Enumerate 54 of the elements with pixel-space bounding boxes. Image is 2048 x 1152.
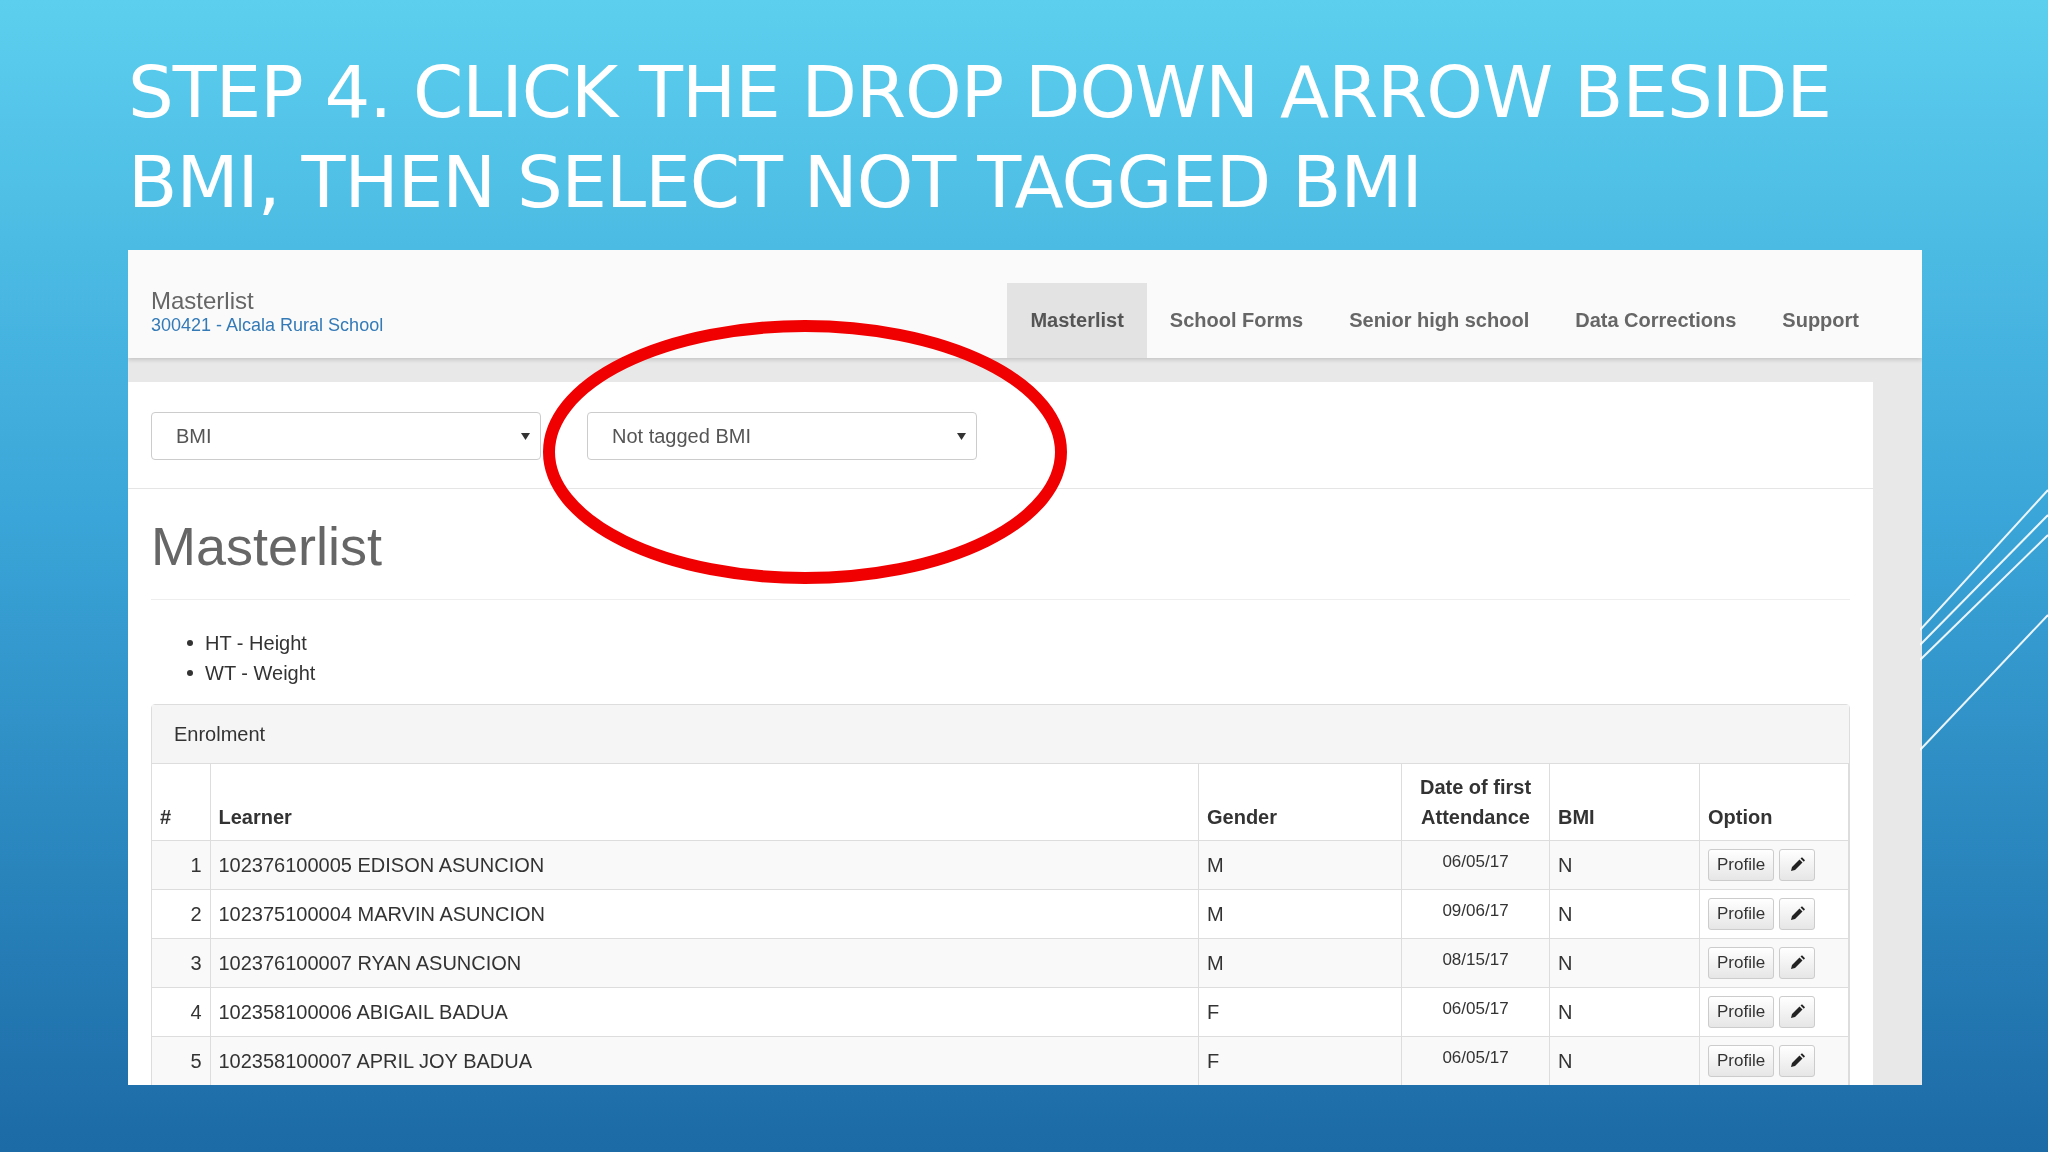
panel-title: Enrolment xyxy=(174,722,266,746)
column-header: # xyxy=(160,806,172,828)
pencil-icon xyxy=(1789,906,1806,922)
date-cell: 06/05/17 xyxy=(1401,840,1550,890)
bmi-cell: N xyxy=(1549,840,1700,890)
column-header: Learner xyxy=(218,806,292,828)
column-header: Date of first Attendance xyxy=(1419,776,1532,828)
gender-cell: F xyxy=(1198,1036,1402,1085)
legend-item: HT - Height xyxy=(205,631,307,656)
filter-dropdown[interactable]: Not tagged BMI xyxy=(587,412,977,460)
bullet-icon xyxy=(187,640,193,646)
profile-button[interactable]: Profile xyxy=(1708,1045,1775,1077)
learner-cell: 102358100007 APRIL JOY BADUA xyxy=(210,1036,1199,1085)
pencil-icon xyxy=(1789,1053,1806,1069)
column-header: Option xyxy=(1708,806,1773,828)
edit-button[interactable] xyxy=(1779,1045,1816,1077)
bmi-cell: N xyxy=(1549,938,1700,988)
bmi-cell: N xyxy=(1549,1036,1700,1085)
slide-title: STEP 4. CLICK THE DROP DOWN ARROW BESIDE BMI, THEN SELECT NOT TAGGED BMI xyxy=(128,49,1832,226)
row-number: 5 xyxy=(152,1036,210,1085)
pencil-icon xyxy=(1789,955,1806,971)
page-heading: Masterlist xyxy=(151,489,1850,600)
gender-cell: M xyxy=(1198,938,1402,988)
caret-icon xyxy=(957,432,966,440)
caret-icon xyxy=(521,432,530,440)
edit-button[interactable] xyxy=(1779,898,1816,930)
learner-cell: 102376100005 EDISON ASUNCION xyxy=(210,840,1199,890)
profile-button[interactable]: Profile xyxy=(1708,849,1775,881)
nav-tab[interactable]: Senior high school xyxy=(1326,283,1553,358)
pencil-icon xyxy=(1789,1004,1806,1020)
edit-button[interactable] xyxy=(1779,996,1816,1028)
profile-button[interactable]: Profile xyxy=(1708,898,1775,930)
nav-tab[interactable]: Masterlist xyxy=(1007,283,1147,358)
learner-cell: 102376100007 RYAN ASUNCION xyxy=(210,938,1199,988)
row-number: 3 xyxy=(152,938,210,988)
profile-button[interactable]: Profile xyxy=(1708,996,1775,1028)
legend-item: WT - Weight xyxy=(205,661,316,686)
edit-button[interactable] xyxy=(1779,849,1816,881)
row-number: 1 xyxy=(152,840,210,890)
nav-tab[interactable]: Data Corrections xyxy=(1552,283,1760,358)
filter-dropdown[interactable]: BMI xyxy=(151,412,541,460)
app-title: Masterlist xyxy=(151,288,255,314)
edit-button[interactable] xyxy=(1779,947,1816,979)
column-header: Gender xyxy=(1207,806,1278,828)
profile-button[interactable]: Profile xyxy=(1708,947,1775,979)
pencil-icon xyxy=(1789,857,1806,873)
school-name: 300421 - Alcala Rural School xyxy=(151,314,384,336)
nav-tab[interactable]: School Forms xyxy=(1146,283,1327,358)
date-cell: 08/15/17 xyxy=(1401,938,1550,988)
gender-cell: M xyxy=(1198,840,1402,890)
column-header: BMI xyxy=(1558,806,1595,828)
date-cell: 06/05/17 xyxy=(1401,1036,1550,1085)
bullet-icon xyxy=(187,670,193,676)
nav-tab[interactable]: Support xyxy=(1759,283,1882,358)
